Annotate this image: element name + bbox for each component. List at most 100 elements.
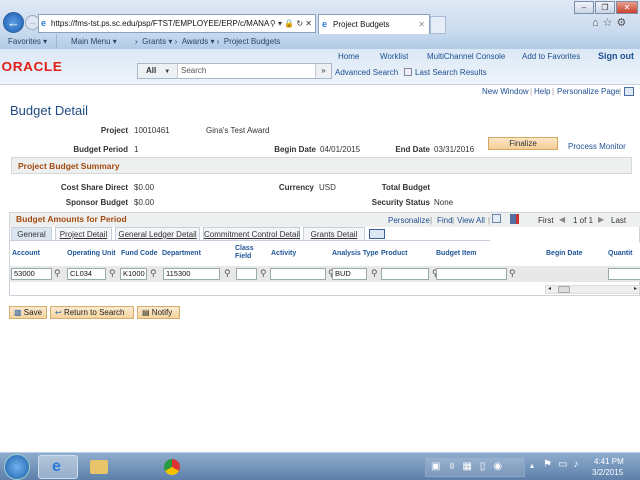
show-all-columns-icon[interactable] xyxy=(369,229,385,239)
budget-period-value: 1 xyxy=(134,145,139,154)
restore-button[interactable]: ❐ xyxy=(595,1,615,14)
new-window-link[interactable]: New Window xyxy=(482,87,529,96)
fund-code-lookup-icon[interactable]: ⚲ xyxy=(150,268,157,279)
column-header-product[interactable]: Product xyxy=(381,250,407,258)
operating-unit-input[interactable]: CL034 xyxy=(67,268,106,280)
tab-commitment-control-detail[interactable]: Commitment Control Detail xyxy=(203,227,300,241)
divider xyxy=(10,240,490,241)
tray-flag-network-volume-icons[interactable]: ⚑▭♪ xyxy=(543,459,584,470)
clock-time[interactable]: 4:41 PM xyxy=(594,457,624,466)
divider xyxy=(56,34,57,49)
quantity-input[interactable] xyxy=(608,268,640,280)
column-header-account[interactable]: Account xyxy=(12,250,40,258)
breadcrumb-grants[interactable]: Grants xyxy=(142,37,166,46)
address-bar[interactable]: e https://fms-tst.ps.sc.edu/psp/FTST/EMPL… xyxy=(38,14,316,33)
advanced-search-link[interactable]: Advanced Search xyxy=(335,68,398,77)
analysis-type-lookup-icon[interactable]: ⚲ xyxy=(371,268,378,279)
last-search-results-link[interactable]: Last Search Results xyxy=(415,68,487,77)
column-header-fund-code[interactable]: Fund Code xyxy=(121,250,158,258)
start-button[interactable] xyxy=(4,454,30,480)
horizontal-scrollbar[interactable]: ◂ ▸ xyxy=(545,285,640,294)
multichannel-console-link[interactable]: MultiChannel Console xyxy=(427,52,505,61)
browser-tab[interactable]: e Project Budgets ✕ xyxy=(318,14,430,34)
save-button[interactable]: ▩ Save xyxy=(9,306,48,319)
activity-input[interactable] xyxy=(270,268,326,280)
sponsor-budget-label: Sponsor Budget xyxy=(65,198,128,207)
taskbar-ie-icon[interactable]: e xyxy=(38,455,78,479)
tab-grants-detail[interactable]: Grants Detail xyxy=(303,227,365,241)
tab-general-ledger-detail[interactable]: General Ledger Detail xyxy=(115,227,200,241)
tab-close-icon[interactable]: ✕ xyxy=(418,15,425,34)
tab-general[interactable]: General xyxy=(11,227,52,241)
minimize-button[interactable]: – xyxy=(574,1,594,14)
page-title: Budget Detail xyxy=(10,103,89,118)
navigation-bar: Favorites ▾ Main Menu ▾ › Grants ▾ › Awa… xyxy=(0,34,640,49)
end-date-label: End Date xyxy=(395,145,430,154)
grid-view-all-link[interactable]: View All xyxy=(457,216,485,225)
department-input[interactable]: 115300 xyxy=(163,268,220,280)
page-options-icon[interactable] xyxy=(624,87,634,96)
begin-date-value: 04/01/2015 xyxy=(320,145,361,154)
favorites-menu[interactable]: Favorites ▾ xyxy=(8,34,47,49)
help-link[interactable]: Help xyxy=(534,87,550,96)
main-menu[interactable]: Main Menu ▾ xyxy=(71,34,117,49)
column-header-quantity[interactable]: Quantit xyxy=(608,250,633,258)
column-header-operating-unit[interactable]: Operating Unit xyxy=(67,250,116,258)
budget-item-input[interactable] xyxy=(436,268,507,280)
close-window-button[interactable]: ✕ xyxy=(616,1,638,14)
next-row-icon[interactable]: ▶ xyxy=(598,215,604,224)
taskbar-explorer-icon[interactable] xyxy=(80,455,120,479)
worklist-link[interactable]: Worklist xyxy=(380,52,408,61)
previous-row-icon[interactable]: ◀ xyxy=(559,215,565,224)
download-excel-icon[interactable] xyxy=(510,214,519,224)
analysis-type-input[interactable]: BUD xyxy=(332,268,367,280)
column-header-department[interactable]: Department xyxy=(162,250,201,258)
grid-first-link[interactable]: First xyxy=(538,216,554,225)
account-input[interactable]: 53000 xyxy=(11,268,52,280)
account-lookup-icon[interactable]: ⚲ xyxy=(54,268,61,279)
zoom-grid-icon[interactable] xyxy=(492,214,501,223)
taskbar-chrome-icon[interactable] xyxy=(152,455,192,479)
project-budget-summary-header: Project Budget Summary xyxy=(11,157,632,174)
budget-period-label: Budget Period xyxy=(73,145,128,154)
search-go-button[interactable]: » xyxy=(315,64,331,78)
home-star-gear-icons[interactable]: ⌂☆⚙ xyxy=(592,16,630,29)
new-tab-button[interactable] xyxy=(430,16,446,34)
notify-button[interactable]: ▤ Notify xyxy=(137,306,180,319)
return-to-search-button[interactable]: ↩ Return to Search xyxy=(50,306,134,319)
breadcrumb-awards[interactable]: Awards xyxy=(182,37,209,46)
back-button[interactable]: ← xyxy=(3,12,24,33)
search-scope-select[interactable]: All ▼ xyxy=(138,64,178,78)
home-link[interactable]: Home xyxy=(338,52,359,61)
budget-item-lookup-icon[interactable]: ⚲ xyxy=(509,268,516,279)
taskbar-toolbar-icons[interactable]: ▣॥▦▯◉ xyxy=(425,457,525,477)
grid-personalize-link[interactable]: Personalize xyxy=(388,216,430,225)
column-header-budget-item[interactable]: Budget Item xyxy=(436,250,476,258)
breadcrumb-project-budgets[interactable]: Project Budgets xyxy=(224,37,280,46)
search-input[interactable]: Search xyxy=(181,64,206,78)
project-label: Project xyxy=(100,126,128,135)
department-lookup-icon[interactable]: ⚲ xyxy=(224,268,231,279)
cost-share-direct-label: Cost Share Direct xyxy=(60,183,128,192)
tab-project-detail[interactable]: Project Detail xyxy=(55,227,112,241)
column-header-begin-date[interactable]: Begin Date xyxy=(546,250,583,258)
add-to-favorites-link[interactable]: Add to Favorites xyxy=(522,52,580,61)
finalize-button[interactable]: Finalize xyxy=(488,137,558,150)
currency-value: USD xyxy=(319,183,336,192)
personalize-page-link[interactable]: Personalize Page xyxy=(557,87,620,96)
grid-find-link[interactable]: Find xyxy=(437,216,453,225)
column-header-activity[interactable]: Activity xyxy=(271,250,296,258)
process-monitor-link[interactable]: Process Monitor xyxy=(568,142,626,151)
product-input[interactable] xyxy=(381,268,429,280)
operating-unit-lookup-icon[interactable]: ⚲ xyxy=(109,268,116,279)
sign-out-link[interactable]: Sign out xyxy=(598,51,634,61)
class-field-input[interactable] xyxy=(236,268,257,280)
clock-date[interactable]: 3/2/2015 xyxy=(592,468,623,477)
grid-last-link[interactable]: Last xyxy=(611,216,626,225)
column-header-class-field[interactable]: Class Field xyxy=(235,245,257,261)
class-field-lookup-icon[interactable]: ⚲ xyxy=(260,268,267,279)
address-actions-icons[interactable]: ⚲ ▾ 🔒 ↻ ✕ xyxy=(270,15,312,32)
column-header-analysis-type[interactable]: Analysis Type xyxy=(332,250,379,258)
fund-code-input[interactable]: K1000 xyxy=(120,268,147,280)
show-hidden-icons[interactable]: ▴ xyxy=(530,461,534,470)
